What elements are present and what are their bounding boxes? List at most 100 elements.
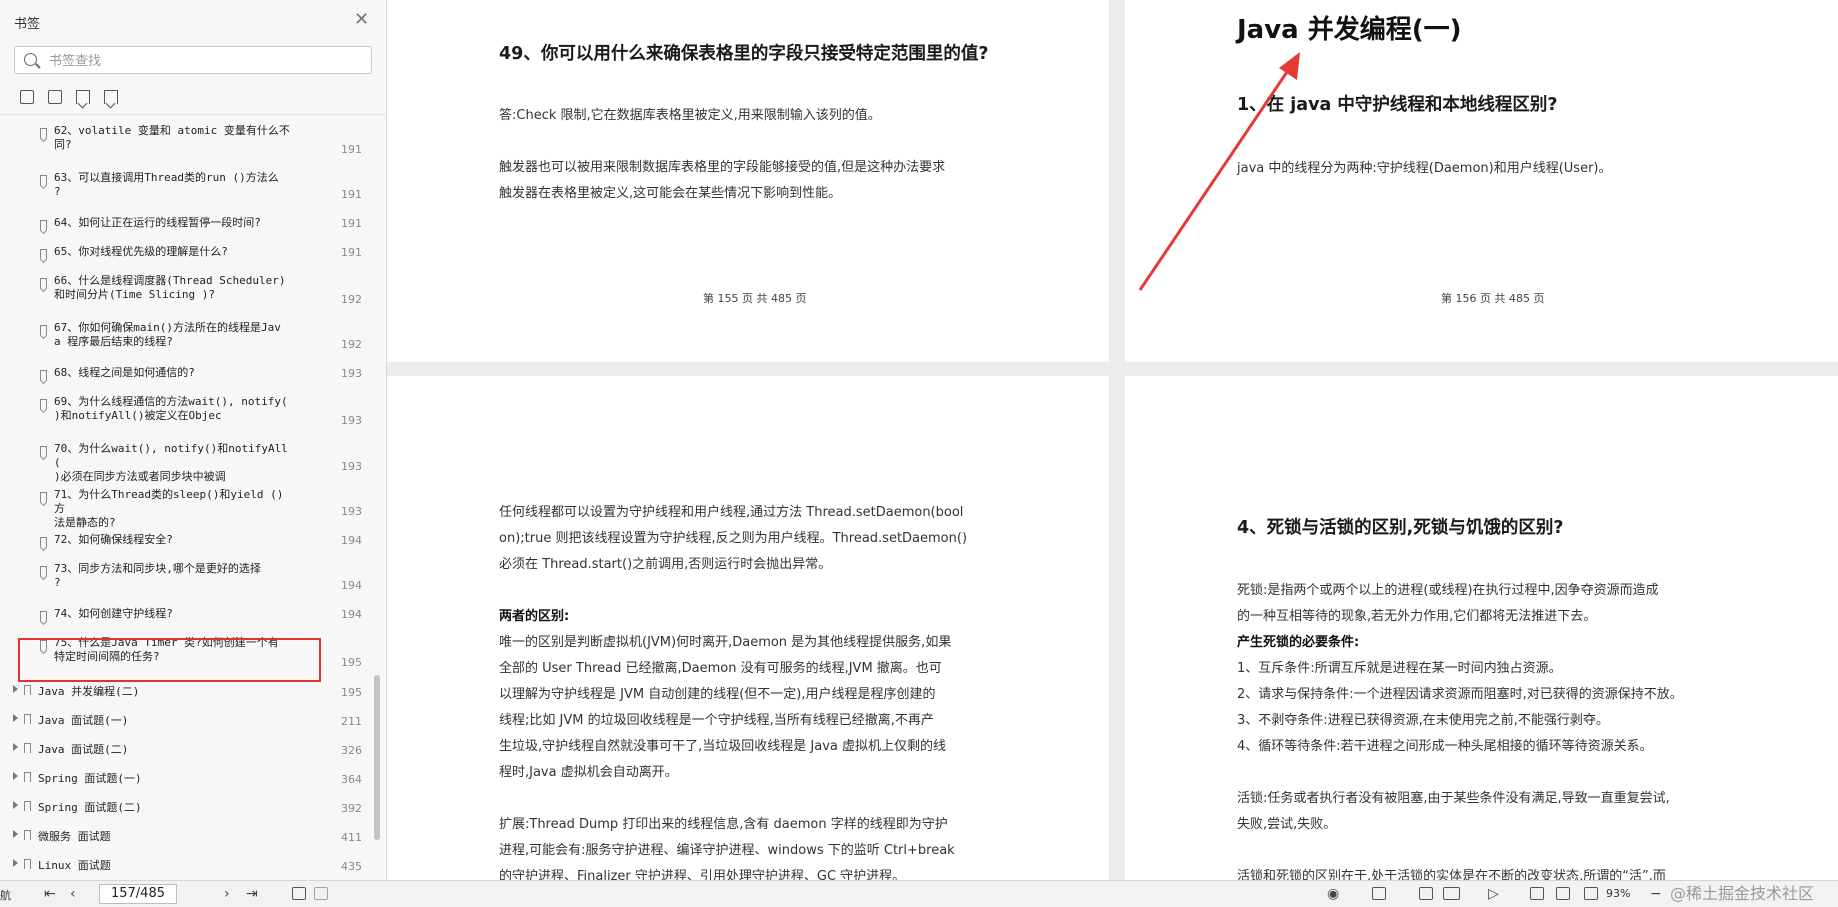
chapter-label: Linux 面试题	[38, 859, 111, 872]
bookmark-page: 195	[341, 656, 362, 669]
bookmark-item[interactable]: 71、为什么Thread类的sleep()和yield ()方 法是静态的? 19…	[0, 479, 368, 529]
chapter-item[interactable]: Spring 面试题(二) 392	[0, 791, 368, 820]
chapter-item[interactable]: Spring 面试题(一) 364	[0, 762, 368, 791]
scrollbar-thumb[interactable]	[374, 675, 380, 840]
bookmark-icon[interactable]	[104, 90, 118, 104]
bookmark-label: 66、什么是线程调度器(Thread Scheduler) 和时间分片(Time…	[54, 274, 286, 301]
next-page-icon[interactable]: ›	[224, 886, 230, 902]
bookmark-item[interactable]: 74、如何创建守护线程? 194	[0, 598, 368, 627]
bookmark-scrollbar[interactable]	[372, 115, 382, 877]
highlight-annotation-box	[18, 638, 321, 682]
bookmark-flag-icon	[40, 128, 47, 138]
red-arrow-annotation	[1138, 52, 1300, 291]
bookmark-item[interactable]: 73、同步方法和同步块,哪个是更好的选择 ? 194	[0, 553, 368, 598]
status-bar: 航 ⇤ ‹ 157/485 › ⇥ ◉ ▷ 93% −	[0, 880, 1838, 907]
chapter-page: 211	[341, 715, 362, 728]
chapter-item[interactable]: Java 面试题(二) 326	[0, 733, 368, 762]
bookmark-page: 193	[341, 505, 362, 518]
expand-caret-icon[interactable]	[13, 801, 18, 809]
bookmark-label: 64、如何让正在运行的线程暂停一段时间?	[54, 216, 261, 229]
chapter-page: 364	[341, 773, 362, 786]
last-page-icon[interactable]: ⇥	[246, 886, 258, 902]
arrow-head	[1279, 52, 1300, 80]
single-page-icon[interactable]	[1419, 887, 1433, 900]
bookmark-panel: 书签 ✕ 62、volatile 变量和 atomic 变量有什么不 同? 191…	[0, 0, 387, 880]
close-icon[interactable]: ✕	[354, 11, 369, 29]
bookmark-label: 73、同步方法和同步块,哪个是更好的选择 ?	[54, 562, 261, 589]
bookmark-flag-icon	[24, 714, 31, 724]
add-bookmark-icon[interactable]	[76, 90, 90, 104]
bookmark-flag-icon	[40, 566, 47, 576]
chapter-item[interactable]: 微服务 面试题 411	[0, 820, 368, 849]
bookmark-page: 194	[341, 534, 362, 547]
bookmark-label: 72、如何确保线程安全?	[54, 533, 173, 546]
actual-size-icon[interactable]	[1530, 887, 1544, 900]
bookmark-panel-title: 书签	[14, 17, 41, 32]
bookmark-page: 193	[341, 367, 362, 380]
chapter-label: Spring 面试题(二)	[38, 801, 142, 814]
bookmark-item[interactable]: 63、可以直接调用Thread类的run ()方法么 ? 191	[0, 162, 368, 207]
bookmark-page: 194	[341, 608, 362, 621]
bookmark-label: 69、为什么线程通信的方法wait(), notify( )和notifyAll…	[54, 395, 288, 422]
collapse-all-icon[interactable]	[48, 90, 62, 104]
expand-caret-icon[interactable]	[13, 714, 18, 722]
two-page-icon[interactable]	[1443, 887, 1460, 900]
expand-caret-icon[interactable]	[13, 743, 18, 751]
forward-icon[interactable]	[314, 887, 328, 900]
search-icon	[24, 53, 37, 66]
bookmark-page: 191	[341, 143, 362, 156]
bookmark-item[interactable]: 69、为什么线程通信的方法wait(), notify( )和notifyAll…	[0, 386, 368, 433]
bookmark-search-input[interactable]	[47, 51, 351, 71]
bookmark-item[interactable]: 66、什么是线程调度器(Thread Scheduler) 和时间分片(Time…	[0, 265, 368, 312]
bookmark-flag-icon	[40, 492, 47, 502]
chapter-label: Java 面试题(二)	[38, 743, 129, 756]
eye-icon[interactable]: ◉	[1327, 886, 1339, 902]
bookmark-search[interactable]	[14, 46, 372, 74]
bookmark-flag-icon	[24, 801, 31, 811]
fit-width-icon[interactable]	[1372, 887, 1386, 900]
bookmark-flag-icon	[40, 175, 47, 185]
bookmark-flag-icon	[24, 743, 31, 753]
chapter-item[interactable]: Java 面试题(一) 211	[0, 704, 368, 733]
first-page-icon[interactable]: ⇤	[44, 886, 56, 902]
bookmark-flag-icon	[24, 772, 31, 782]
expand-caret-icon[interactable]	[13, 685, 18, 693]
bookmark-toolbar	[20, 90, 118, 106]
bookmark-item[interactable]: 68、线程之间是如何通信的? 193	[0, 357, 368, 386]
back-icon[interactable]	[292, 887, 306, 900]
bookmark-item[interactable]: 65、你对线程优先级的理解是什么? 191	[0, 236, 368, 265]
play-icon[interactable]: ▷	[1488, 886, 1499, 902]
bookmark-item[interactable]: 67、你如何确保main()方法所在的线程是Jav a 程序最后结束的线程? 19…	[0, 312, 368, 357]
fit-page-icon[interactable]	[1556, 887, 1570, 900]
zoom-mode-icon[interactable]	[1584, 887, 1598, 900]
chapter-label: Java 并发编程(二)	[38, 685, 140, 698]
bookmark-flag-icon	[24, 685, 31, 695]
zoom-out-icon[interactable]: −	[1650, 886, 1662, 902]
chapter-label: Java 面试题(一)	[38, 714, 129, 727]
zoom-level[interactable]: 93%	[1606, 887, 1630, 900]
expand-caret-icon[interactable]	[13, 859, 18, 867]
bookmark-flag-icon	[40, 370, 47, 380]
bookmark-item[interactable]: 70、为什么wait(), notify()和notifyAll ( )必须在同…	[0, 433, 368, 483]
bookmark-page: 191	[341, 246, 362, 259]
expand-all-icon[interactable]	[20, 90, 34, 104]
prev-page-icon[interactable]: ‹	[70, 886, 76, 902]
chapter-page: 392	[341, 802, 362, 815]
bookmark-label: 63、可以直接调用Thread类的run ()方法么 ?	[54, 171, 279, 198]
bookmark-flag-icon	[24, 859, 31, 869]
nav-label: 航	[0, 889, 11, 902]
expand-caret-icon[interactable]	[13, 830, 18, 838]
bookmark-item[interactable]: 62、volatile 变量和 atomic 变量有什么不 同? 191	[0, 115, 368, 162]
page-number-input[interactable]: 157/485	[99, 884, 177, 904]
bookmark-page: 193	[341, 460, 362, 473]
bookmark-flag-icon	[40, 446, 47, 456]
bookmark-list: 62、volatile 变量和 atomic 变量有什么不 同? 191 63、可…	[0, 115, 368, 877]
bookmark-item[interactable]: 64、如何让正在运行的线程暂停一段时间? 191	[0, 207, 368, 236]
bookmark-page: 193	[341, 414, 362, 427]
chapter-item[interactable]: Linux 面试题 435	[0, 849, 368, 877]
bookmark-flag-icon	[40, 220, 47, 230]
expand-caret-icon[interactable]	[13, 772, 18, 780]
document-view[interactable]: 49、你可以用什么来确保表格里的字段只接受特定范围里的值? 答:Check 限制…	[387, 0, 1838, 880]
bookmark-item[interactable]: 72、如何确保线程安全? 194	[0, 524, 368, 553]
bookmark-page: 192	[341, 293, 362, 306]
